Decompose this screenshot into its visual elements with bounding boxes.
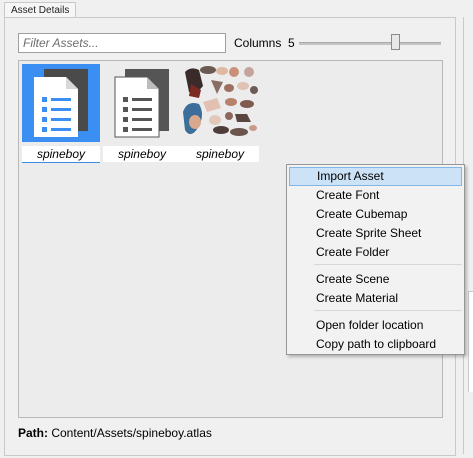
menu-item-create-material[interactable]: Create Material xyxy=(289,289,462,308)
columns-value: 5 xyxy=(288,36,295,50)
menu-item-create-sprite-sheet[interactable]: Create Sprite Sheet xyxy=(289,224,462,243)
menu-item-create-font[interactable]: Create Font xyxy=(289,186,462,205)
menu-item-create-cubemap[interactable]: Create Cubemap xyxy=(289,205,462,224)
right-docked-panel xyxy=(468,291,473,392)
tab-asset-details[interactable]: Asset Details xyxy=(4,2,77,18)
asset-name: spineboy xyxy=(181,146,259,162)
menu-separator xyxy=(314,310,462,311)
asset-tile[interactable]: spineboy xyxy=(22,64,100,163)
filter-assets-input[interactable] xyxy=(18,33,226,53)
document-icon xyxy=(22,64,100,142)
columns-slider-track[interactable] xyxy=(299,42,441,45)
asset-name: spineboy xyxy=(22,146,100,163)
asset-tile[interactable]: spineboy xyxy=(181,64,259,162)
panel-tab-strip: Asset Details xyxy=(0,0,473,18)
menu-item-import-asset[interactable]: Import Asset xyxy=(289,167,462,186)
path-value: Content/Assets/spineboy.atlas xyxy=(51,426,212,440)
asset-tile[interactable]: spineboy xyxy=(103,64,181,162)
columns-label: Columns xyxy=(234,36,282,50)
menu-item-open-folder-location[interactable]: Open folder location xyxy=(289,316,462,335)
asset-name: spineboy xyxy=(103,146,181,162)
context-menu: Import Asset Create Font Create Cubemap … xyxy=(286,164,465,355)
menu-item-copy-path[interactable]: Copy path to clipboard xyxy=(289,335,462,354)
menu-item-create-scene[interactable]: Create Scene xyxy=(289,270,462,289)
asset-path: Path: Content/Assets/spineboy.atlas xyxy=(18,426,212,440)
sprite-atlas-thumbnail xyxy=(181,64,259,142)
document-icon xyxy=(103,64,181,142)
columns-slider-thumb[interactable] xyxy=(391,34,400,50)
path-label: Path: xyxy=(18,426,48,440)
menu-item-create-folder[interactable]: Create Folder xyxy=(289,243,462,262)
menu-separator xyxy=(314,264,462,265)
